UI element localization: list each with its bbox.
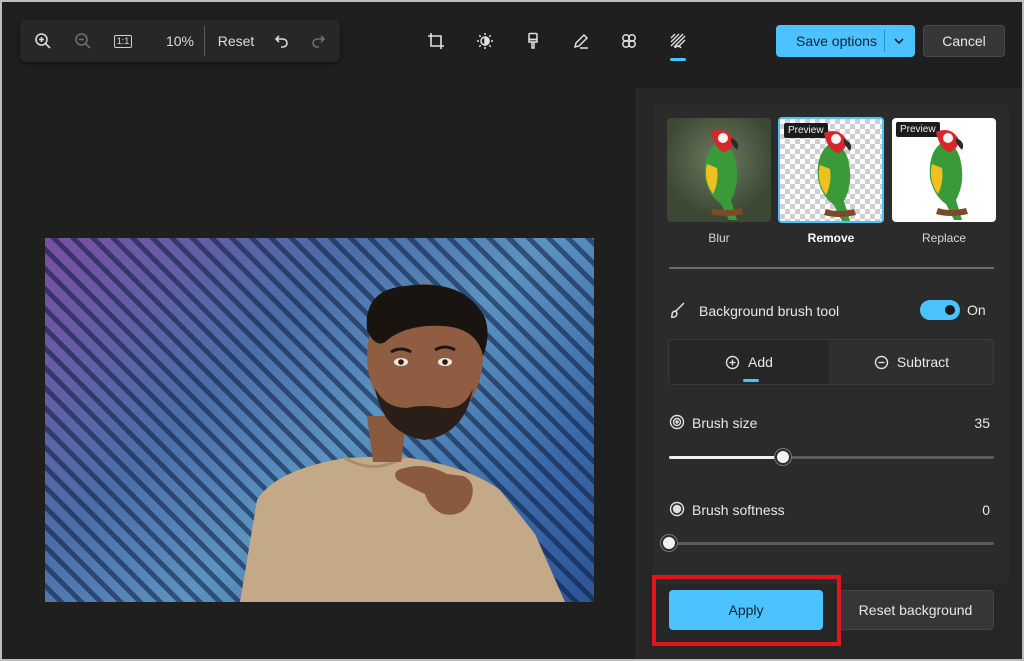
brightness-icon[interactable] [472,28,498,54]
brush-size-value: 35 [974,415,990,431]
brush-softness-slider[interactable] [661,535,994,551]
add-mode-label: Add [748,354,773,370]
brush-tool-toggle[interactable] [920,300,960,320]
brush-size-thumb[interactable] [774,449,791,465]
subtract-mode-button[interactable]: Subtract [830,340,993,384]
save-options-label: Save options [796,33,877,49]
zoom-level[interactable]: 10% [160,20,200,62]
remove-label: Remove [807,231,855,245]
brush-size-slider[interactable] [669,449,994,465]
redo-icon[interactable] [306,20,330,62]
effects-icon[interactable] [616,28,642,54]
zoom-toolbar: 1:1 10% Reset [20,20,340,62]
background-brush-tool-label: Background brush tool [699,303,840,319]
cancel-button[interactable]: Cancel [923,25,1005,57]
actual-size-label: 1:1 [113,34,133,48]
replace-label: Replace [921,231,967,245]
person-cutout [240,284,565,602]
toggle-state-label: On [967,302,986,318]
save-options-separator [884,30,885,52]
apply-button[interactable]: Apply [669,590,823,630]
add-circle-icon [725,355,740,369]
save-options-button[interactable]: Save options [776,25,915,57]
blur-option[interactable] [667,118,771,222]
retouch-brush-icon[interactable] [520,28,546,54]
reset-button[interactable]: Reset [214,20,258,62]
brush-softness-thumb[interactable] [661,535,677,551]
toolbar-divider [204,26,205,56]
active-tool-indicator [670,58,686,61]
active-mode-indicator [743,379,759,382]
blur-label: Blur [708,231,730,245]
chevron-down-icon[interactable] [892,34,906,51]
edited-photo[interactable] [45,238,594,602]
subtract-mode-label: Subtract [896,354,950,370]
brush-size-fill [669,456,783,459]
replace-option[interactable]: Preview [892,118,996,222]
brush-softness-label: Brush softness [692,502,785,518]
brush-softness-value: 0 [982,502,990,518]
subtract-circle-icon [874,355,889,369]
zoom-in-icon[interactable] [28,20,58,62]
brush-size-icon [669,414,685,435]
background-icon[interactable] [665,28,691,54]
parrot-image [704,130,743,220]
brush-size-label: Brush size [692,415,758,431]
brush-icon [669,301,687,324]
parrot-image [929,130,968,220]
markup-pen-icon[interactable] [568,28,594,54]
remove-option[interactable]: Preview [778,117,884,223]
brush-softness-icon [669,501,685,522]
actual-size-button[interactable]: 1:1 [108,20,138,62]
photos-editor-window: 1:1 10% Reset Save options Cancel Previe… [0,0,1024,661]
toggle-knob [945,305,955,315]
undo-icon[interactable] [270,20,294,62]
parrot-image [817,131,856,221]
zoom-out-icon[interactable] [68,20,98,62]
panel-divider [669,267,994,269]
reset-background-button[interactable]: Reset background [837,590,994,630]
crop-icon[interactable] [423,28,449,54]
add-mode-button[interactable]: Add [669,340,829,384]
